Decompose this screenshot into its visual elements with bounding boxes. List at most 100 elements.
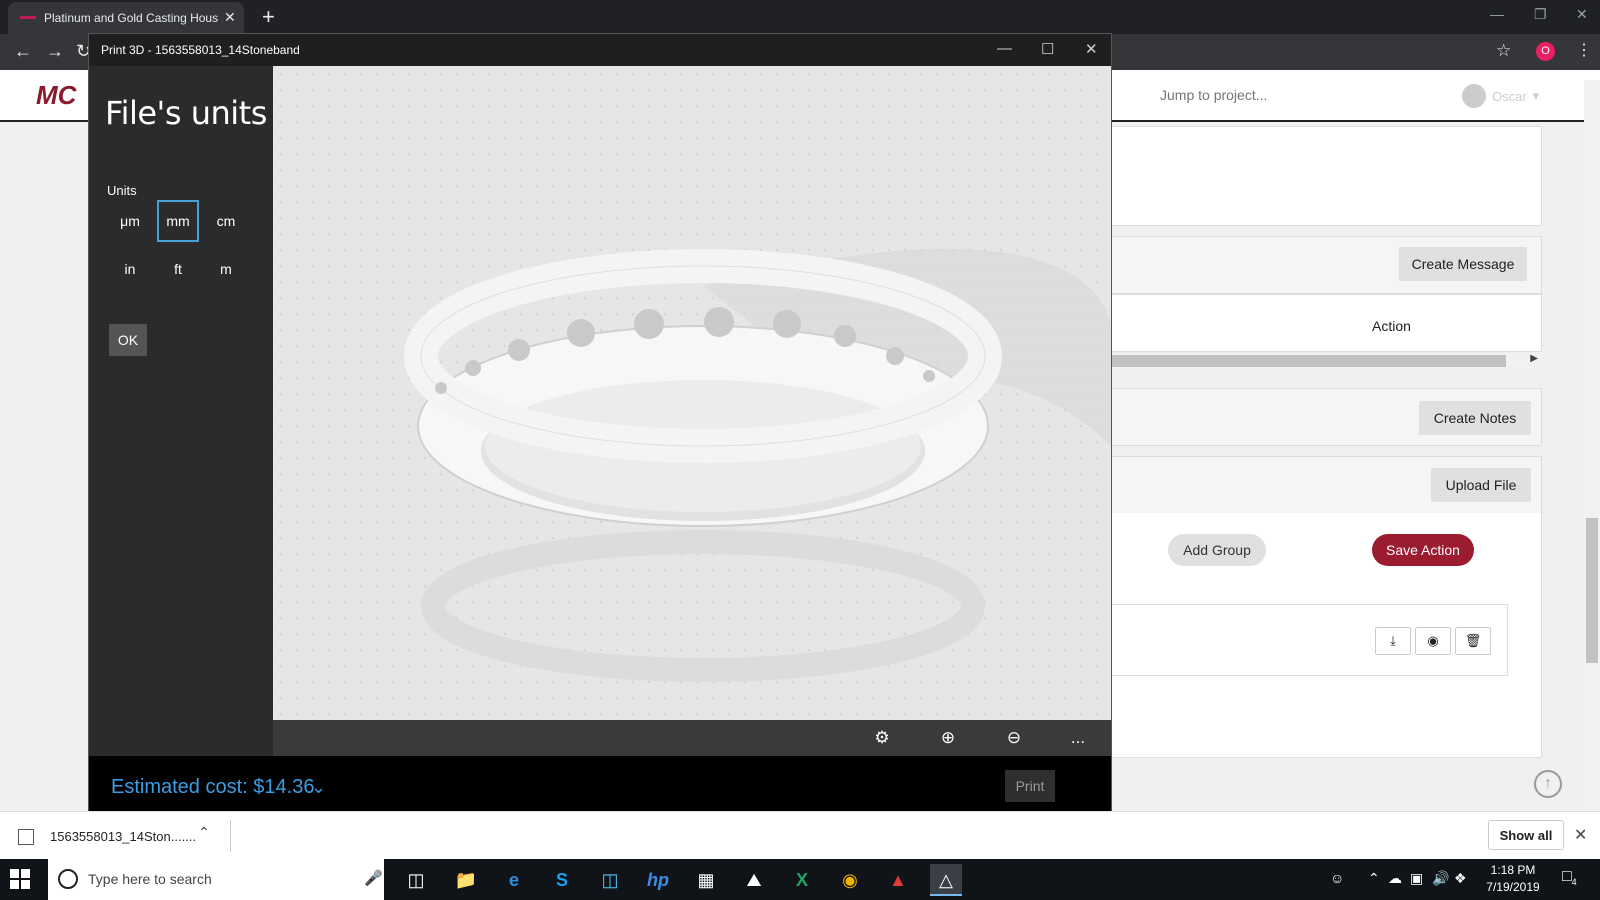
file-row: ⤓ ◉ 🗑 [1090,604,1508,676]
more-icon[interactable]: ... [1065,725,1091,751]
ok-button[interactable]: OK [109,324,147,356]
dropbox-icon[interactable]: ❖ [1454,870,1467,887]
microphone-icon[interactable]: 🎤 [364,869,383,887]
scrollbar-thumb[interactable] [1586,518,1598,663]
top-panel [1090,126,1542,226]
notification-icon[interactable]: □4 [1562,868,1577,887]
notes-panel: Create Notes [1090,388,1542,446]
acrobat-icon[interactable]: ▲ [882,864,914,896]
unit-option-um[interactable]: μm [109,200,151,242]
unit-option-ft[interactable]: ft [157,248,199,290]
volume-icon[interactable]: 🔊 [1432,870,1449,887]
save-action-button[interactable]: Save Action [1372,534,1474,566]
action-column-header: Action [1372,318,1411,334]
cortana-icon [58,869,78,889]
print-button[interactable]: Print [1005,770,1055,802]
reset-view-icon[interactable]: ⚙ [869,725,895,751]
user-menu[interactable]: Oscar ▾ [1462,82,1539,110]
favicon-icon [20,16,36,19]
clock[interactable]: 1:18 PM 7/19/2019 [1476,862,1550,896]
forward-icon[interactable]: → [46,41,64,62]
print3d-titlebar: Print 3D - 1563558013_14Stoneband — ☐ ✕ [89,34,1111,66]
show-all-button[interactable]: Show all [1488,820,1564,850]
minimize-icon[interactable]: — [1490,6,1504,22]
photos-icon[interactable]: ⛰ [738,864,770,896]
scrollbar-thumb[interactable] [1090,355,1506,367]
network-icon[interactable]: ▣ [1410,870,1423,887]
chevron-up-icon[interactable]: ⌃ [198,824,210,841]
3d-viewport[interactable] [273,66,1111,720]
taskbar-search[interactable]: Type here to search 🎤 [48,859,384,900]
new-tab-button[interactable]: + [262,4,275,30]
file-icon [18,829,34,845]
add-group-button[interactable]: Add Group [1168,534,1266,566]
ring-model[interactable] [273,66,1111,720]
units-label: Units [107,183,137,198]
minimize-icon[interactable]: — [997,40,1012,57]
bookmark-star-icon[interactable]: ☆ [1496,41,1511,61]
horizontal-scrollbar[interactable]: ▶ [1090,353,1542,369]
excel-icon[interactable]: X [786,864,818,896]
people-icon[interactable]: ☺ [1330,870,1344,886]
chevron-up-icon[interactable]: ⌃ [1368,870,1380,887]
print3d-taskbar-icon[interactable]: △ [930,864,962,896]
skype-icon[interactable]: S [546,864,578,896]
hp-icon[interactable]: hp [642,864,674,896]
downloads-bar: 1563558013_14Ston....... ⌃ Show all ✕ [0,811,1600,859]
unit-option-cm[interactable]: cm [205,200,247,242]
actions-table [1090,294,1542,352]
close-icon[interactable]: ✕ [1574,825,1587,845]
browser-menu-icon[interactable]: ⋮ [1576,40,1592,60]
unit-option-m[interactable]: m [205,248,247,290]
windows-taskbar: Type here to search 🎤 ◫ 📁 e S ◫ hp ▦ ⛰ X… [0,859,1600,900]
vertical-scrollbar[interactable] [1584,80,1600,811]
print3d-window: Print 3D - 1563558013_14Stoneband — ☐ ✕ … [88,33,1112,833]
chevron-down-icon[interactable]: ⌄ [311,777,326,798]
viewport-toolbar: ⚙ ⊕ ⊖ ... [273,720,1111,756]
file-explorer-icon[interactable]: 📁 [450,864,482,896]
units-sidebar: File's units Units μm mm cm in ft m OK [89,66,273,756]
download-file-name[interactable]: 1563558013_14Ston....... [50,829,196,844]
tab-title: Platinum and Gold Casting House [44,11,218,25]
scroll-right-icon[interactable]: ▶ [1530,353,1538,364]
close-icon[interactable]: ✕ [1576,6,1588,23]
divider [230,820,231,852]
browser-tab-bar: Platinum and Gold Casting House ✕ + — ❐ … [0,0,1600,34]
clock-date: 7/19/2019 [1486,880,1540,894]
chevron-down-icon: ▾ [1532,88,1540,103]
edge-icon[interactable]: e [498,864,530,896]
create-message-button[interactable]: Create Message [1399,247,1527,281]
browser-tab[interactable]: Platinum and Gold Casting House ✕ [8,2,244,34]
unit-option-mm[interactable]: mm [157,200,199,242]
back-to-top-icon[interactable]: ↑ [1534,770,1562,798]
zoom-in-icon[interactable]: ⊕ [935,725,961,751]
notification-count: 4 [1571,877,1577,888]
close-icon[interactable]: ✕ [1085,40,1098,58]
avatar [1462,84,1486,108]
search-input[interactable]: Type here to search [88,871,212,887]
jump-to-project-input[interactable] [1160,80,1450,110]
maximize-icon[interactable]: ☐ [1041,40,1054,58]
restore-icon[interactable]: ❐ [1534,6,1547,23]
trash-icon[interactable]: 🗑 [1455,627,1491,655]
download-icon[interactable]: ⤓ [1375,627,1411,655]
photos-app-icon[interactable]: ◫ [594,864,626,896]
zoom-out-icon[interactable]: ⊖ [1001,725,1027,751]
chrome-icon[interactable]: ◉ [834,864,866,896]
window-title: Print 3D - 1563558013_14Stoneband [101,43,300,57]
estimated-cost[interactable]: Estimated cost: $14.36 [111,776,314,799]
calculator-icon[interactable]: ▦ [690,864,722,896]
create-notes-button[interactable]: Create Notes [1419,401,1531,435]
tab-close-icon[interactable]: ✕ [224,9,236,26]
eye-icon[interactable]: ◉ [1415,627,1451,655]
site-logo[interactable]: MC [36,80,96,112]
back-icon[interactable]: ← [14,41,32,62]
unit-option-in[interactable]: in [109,248,151,290]
user-name: Oscar [1492,88,1527,104]
task-view-icon[interactable]: ◫ [400,864,432,896]
page-title: File's units [105,94,267,132]
onedrive-icon[interactable]: ☁ [1388,870,1402,887]
upload-file-button[interactable]: Upload File [1431,468,1531,502]
profile-avatar[interactable]: O [1536,42,1555,61]
windows-start-icon[interactable] [10,869,30,889]
